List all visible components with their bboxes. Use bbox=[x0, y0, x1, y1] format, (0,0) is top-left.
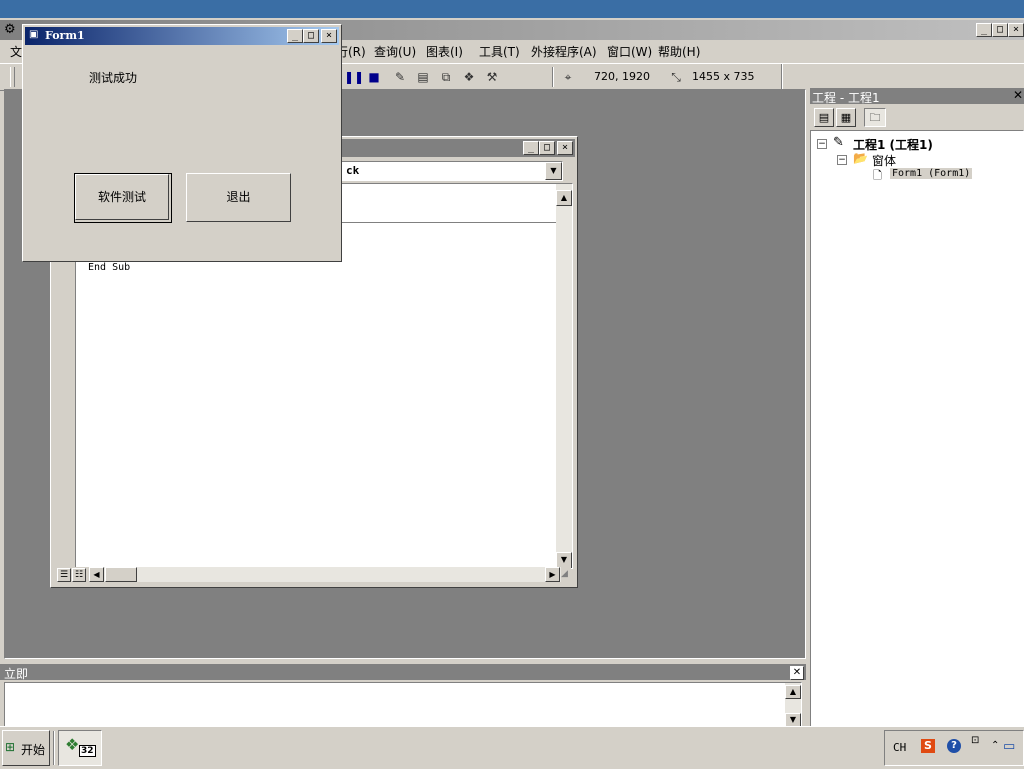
immediate-close-icon[interactable]: ✕ bbox=[790, 666, 804, 680]
immediate-window: 立即 ✕ ▲ ▼ bbox=[0, 662, 806, 728]
tree-form-item[interactable]: Form1 (Form1) bbox=[890, 168, 973, 179]
language-indicator[interactable]: CH bbox=[893, 741, 906, 754]
immediate-vertical-scrollbar[interactable]: ▲ ▼ bbox=[785, 683, 801, 727]
scroll-up-button[interactable]: ▲ bbox=[556, 190, 572, 206]
scroll-left-button[interactable]: ◀ bbox=[89, 567, 104, 582]
immediate-scroll-down[interactable]: ▼ bbox=[785, 713, 801, 727]
taskbar-app-button[interactable]: ❖ 32 bbox=[58, 730, 102, 766]
code-minimize-button[interactable]: _ bbox=[523, 141, 539, 155]
menu-query[interactable]: 查询(U) bbox=[374, 44, 416, 60]
code-horizontal-scrollbar[interactable]: ◀ ▶ bbox=[89, 567, 561, 582]
properties-window-icon[interactable]: ▤ bbox=[415, 69, 431, 85]
ide-restore-button[interactable]: □ bbox=[992, 23, 1008, 37]
menu-help[interactable]: 帮助(H) bbox=[658, 44, 700, 60]
vb-app-icon: ❖ bbox=[65, 735, 80, 754]
size-icon: ⤡ bbox=[671, 70, 681, 84]
app-badge: 32 bbox=[79, 745, 96, 757]
size-readout: 1455 x 735 bbox=[692, 70, 755, 83]
chevron-up-icon[interactable]: ⌃ bbox=[991, 740, 999, 751]
immediate-title-bar: 立即 bbox=[0, 664, 806, 681]
software-test-button-face: 软件测试 bbox=[75, 174, 169, 220]
collapse-root-icon[interactable]: − bbox=[817, 139, 827, 149]
code-text: End Sub bbox=[88, 262, 131, 273]
scroll-thumb[interactable] bbox=[105, 567, 137, 582]
start-button-label: 开始 bbox=[21, 743, 46, 757]
form1-window: ▣ Form1 _ □ × 测试成功 软件测试 退出 bbox=[22, 24, 342, 262]
position-readout: 720, 1920 bbox=[594, 70, 650, 83]
network-monitor-icon[interactable]: ▭ bbox=[1003, 739, 1015, 754]
help-icon[interactable]: ? bbox=[947, 739, 961, 753]
form1-title: Form1 bbox=[45, 29, 85, 42]
code-restore-button[interactable]: □ bbox=[539, 141, 555, 155]
procedure-view-button[interactable]: ☰ bbox=[57, 568, 71, 582]
form-node-icon: 🗋 bbox=[873, 169, 882, 182]
immediate-scroll-up[interactable]: ▲ bbox=[785, 685, 801, 699]
project-explorer-icon[interactable]: ✎ bbox=[392, 69, 408, 85]
project-explorer-title-bar: 工程 - 工程1 ✕ bbox=[810, 88, 1024, 105]
system-tray: CH S ? ⊡ ⌃ ▭ bbox=[884, 730, 1024, 766]
full-module-view-button[interactable]: ☷ bbox=[72, 568, 86, 582]
software-test-button-label: 软件测试 bbox=[97, 190, 146, 204]
scroll-right-button[interactable]: ▶ bbox=[545, 567, 560, 582]
ide-close-button[interactable]: × bbox=[1008, 23, 1024, 37]
form1-minimize-button[interactable]: _ bbox=[287, 29, 303, 43]
pause-icon[interactable]: ❚❚ bbox=[344, 69, 364, 85]
code-vertical-scrollbar[interactable]: ▲ ▼ bbox=[556, 184, 572, 568]
object-browser-icon[interactable]: ❖ bbox=[461, 69, 477, 85]
immediate-title: 立即 bbox=[4, 667, 29, 681]
menu-diagram[interactable]: 图表(I) bbox=[426, 44, 463, 60]
ide-minimize-button[interactable]: _ bbox=[976, 23, 992, 37]
procedure-combo-value: ck bbox=[346, 164, 360, 177]
exit-button-label: 退出 bbox=[226, 190, 251, 204]
menu-window[interactable]: 窗口(W) bbox=[607, 44, 652, 60]
position-icon: ⌖ bbox=[564, 70, 572, 84]
collapse-folder-icon[interactable]: − bbox=[837, 155, 847, 165]
ime-icon[interactable]: S bbox=[921, 739, 935, 753]
start-button[interactable]: ⊞ 开始 bbox=[2, 730, 50, 766]
view-code-button[interactable]: ▤ bbox=[814, 108, 834, 127]
form-icon: ▣ bbox=[29, 29, 39, 40]
scroll-down-button[interactable]: ▼ bbox=[556, 552, 572, 568]
toolbar-grip bbox=[10, 67, 15, 87]
menu-addins[interactable]: 外接程序(A) bbox=[531, 44, 597, 60]
taskbar-separator bbox=[53, 731, 55, 765]
project-explorer: 工程 - 工程1 ✕ ▤ ▦ 🗀 − ✎ 工程1 (工程1) − 📂 窗体 🗋 … bbox=[810, 88, 1024, 728]
chevron-down-icon[interactable]: ▼ bbox=[545, 162, 562, 180]
project-explorer-close-icon[interactable]: ✕ bbox=[1013, 88, 1023, 102]
software-test-button[interactable]: 软件测试 bbox=[74, 173, 172, 223]
menu-tools[interactable]: 工具(T) bbox=[479, 44, 520, 60]
project-icon: ✎ bbox=[833, 135, 844, 150]
result-label: 测试成功 bbox=[89, 71, 138, 85]
resize-grip-icon[interactable]: ◢ bbox=[561, 569, 573, 581]
taskbar: ⊞ 开始 ❖ 32 CH S ? ⊡ ⌃ ▭ bbox=[0, 726, 1024, 769]
explorer-splitter[interactable] bbox=[806, 88, 810, 726]
windows-logo-icon: ⊞ bbox=[5, 740, 16, 754]
form1-restore-button[interactable]: □ bbox=[303, 29, 319, 43]
folder-icon: 📂 bbox=[853, 151, 868, 165]
toolbox-icon[interactable]: ⚒ bbox=[484, 69, 500, 85]
menu-file[interactable]: 文 bbox=[10, 44, 22, 60]
project-explorer-title: 工程 - 工程1 bbox=[812, 91, 880, 105]
form1-close-button[interactable]: × bbox=[321, 29, 337, 43]
form-layout-icon[interactable]: ⧉ bbox=[438, 69, 454, 85]
exit-button[interactable]: 退出 bbox=[186, 173, 291, 222]
toolbar-separator bbox=[552, 67, 554, 87]
code-bottom-bar: ☰ ☷ ◀ ▶ ◢ bbox=[55, 567, 571, 584]
project-tree: − ✎ 工程1 (工程1) − 📂 窗体 🗋 Form1 (Form1) bbox=[810, 130, 1024, 728]
view-object-button[interactable]: ▦ bbox=[836, 108, 856, 127]
immediate-editor[interactable]: ▲ ▼ bbox=[4, 682, 802, 728]
restore-toolbar-icon[interactable]: ⊡ bbox=[971, 735, 979, 746]
code-close-button[interactable]: × bbox=[557, 141, 573, 155]
stop-icon[interactable]: ■ bbox=[366, 69, 382, 85]
toggle-folders-button[interactable]: 🗀 bbox=[864, 108, 886, 127]
toolbar-end-separator bbox=[781, 64, 783, 90]
procedure-combo[interactable]: ck ▼ bbox=[341, 161, 563, 181]
ide-app-icon: ⚙ bbox=[4, 22, 16, 37]
